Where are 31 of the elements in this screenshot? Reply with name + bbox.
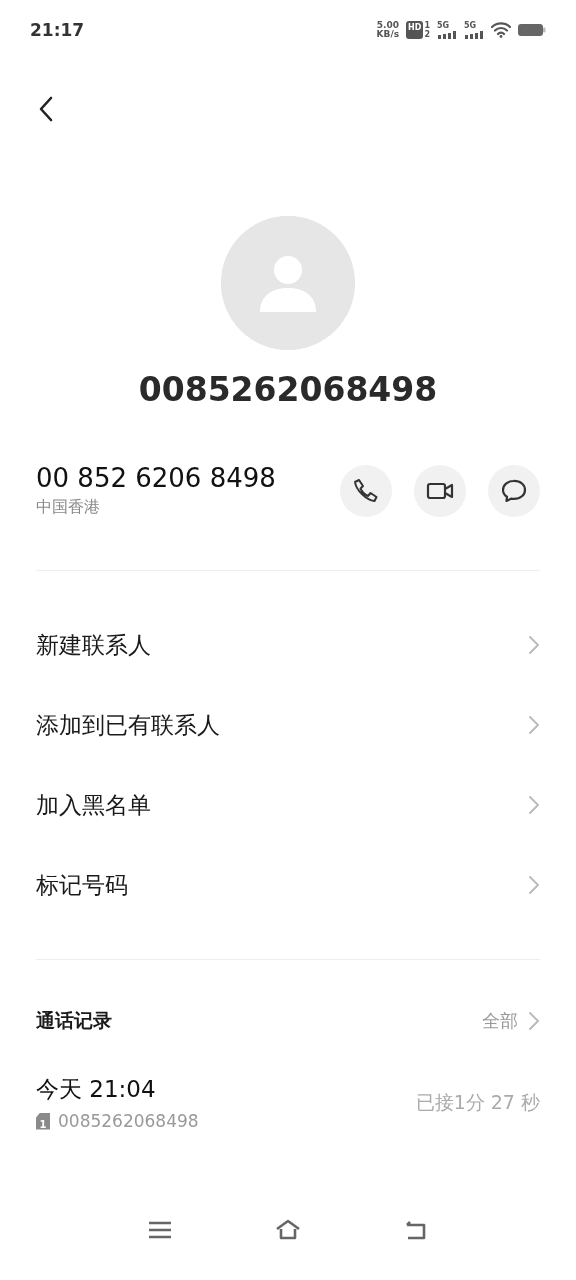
menu-item[interactable]: 标记号码 <box>0 845 576 925</box>
chevron-icon <box>528 1011 540 1031</box>
call-status: 已接1分 27 秒 <box>415 1089 540 1115</box>
menu-item[interactable]: 添加到已有联系人 <box>0 685 576 765</box>
sim-slot-label: 2 <box>424 30 430 39</box>
back-icon <box>38 96 54 122</box>
chevron-icon <box>528 715 540 735</box>
call-time: 今天 21:04 <box>36 1075 157 1104</box>
hd-badge: HD <box>406 21 424 39</box>
network-type: 5G <box>464 21 477 30</box>
number-region: 中国香港 <box>36 497 101 518</box>
phone-icon <box>352 476 380 505</box>
network-speed: 5.00 <box>376 21 399 30</box>
phone-number: 00 852 6206 8498 <box>36 463 277 493</box>
chevron-icon <box>528 635 540 655</box>
battery-icon <box>518 23 546 37</box>
menu-item[interactable]: 新建联系人 <box>0 605 576 685</box>
section-title: 通话记录 <box>36 1008 112 1033</box>
sim-card-icon: 1 <box>36 1112 50 1130</box>
signal-icon <box>437 29 457 39</box>
menu-item[interactable]: 加入黑名单 <box>0 765 576 845</box>
contact-title: 0085262068498 <box>138 370 438 409</box>
wifi-icon <box>491 22 511 38</box>
sim-slot-label: 1 <box>424 21 430 30</box>
chevron-icon <box>528 875 540 895</box>
network-type: 5G <box>437 21 450 30</box>
speed-unit: KB/s <box>376 30 400 39</box>
signal-icon <box>464 29 484 39</box>
chevron-icon <box>528 795 540 815</box>
status-time: 21:17 <box>30 20 85 40</box>
call-number: 0085262068498 <box>58 1111 199 1131</box>
